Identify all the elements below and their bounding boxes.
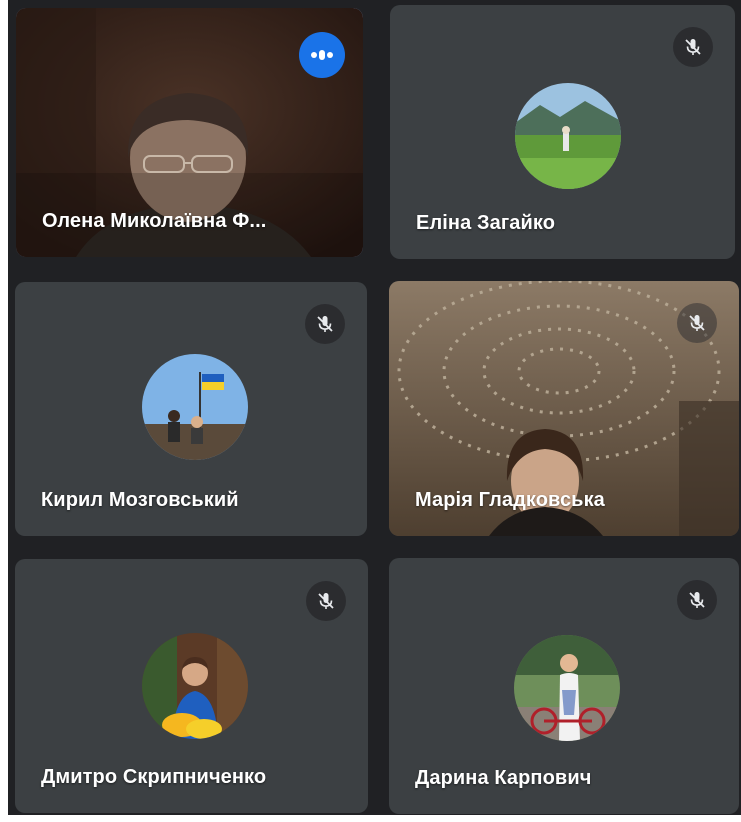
avatar bbox=[514, 635, 620, 741]
mic-off-icon bbox=[305, 304, 345, 344]
participant-tile[interactable]: Марія Гладковська bbox=[389, 281, 739, 536]
mic-off-icon bbox=[677, 303, 717, 343]
participant-name: Еліна Загайко bbox=[416, 212, 556, 234]
speaking-indicator bbox=[299, 32, 345, 78]
participant-tile[interactable]: Еліна Загайко bbox=[390, 5, 735, 259]
participant-tile[interactable]: Дмитро Скрипниченко bbox=[15, 559, 368, 813]
participant-name: Кирил Мозговський bbox=[41, 489, 239, 511]
avatar bbox=[515, 83, 621, 189]
avatar bbox=[142, 633, 248, 739]
participant-name: Олена Миколаївна Ф... bbox=[42, 210, 267, 232]
avatar bbox=[142, 354, 248, 460]
mic-off-icon bbox=[306, 581, 346, 621]
participant-name: Дарина Карпович bbox=[415, 767, 592, 789]
audio-level-icon bbox=[311, 50, 333, 60]
mic-off-icon bbox=[677, 580, 717, 620]
participant-tile[interactable]: Кирил Мозговський bbox=[15, 282, 367, 536]
participant-grid: Олена Миколаївна Ф... Еліна Загайко Кири… bbox=[8, 0, 741, 815]
participant-name: Марія Гладковська bbox=[415, 489, 605, 511]
participant-name: Дмитро Скрипниченко bbox=[41, 766, 267, 788]
participant-tile[interactable]: Олена Миколаївна Ф... bbox=[16, 8, 363, 257]
mic-off-icon bbox=[673, 27, 713, 67]
participant-tile[interactable]: Дарина Карпович bbox=[389, 558, 739, 814]
